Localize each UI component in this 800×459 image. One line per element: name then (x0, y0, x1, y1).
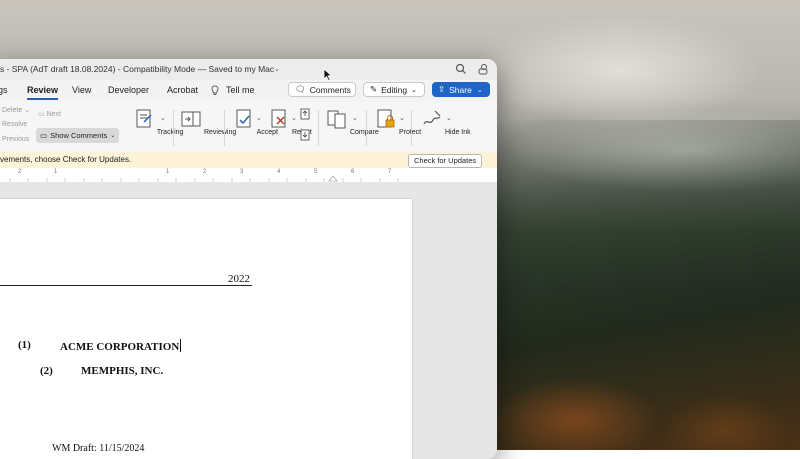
account-icon[interactable] (477, 63, 489, 75)
draft-note: WM Draft: 11/15/2024 (52, 443, 145, 454)
chevron-down-icon[interactable]: ⌄ (256, 114, 262, 122)
ribbon-tab-bar: gs Review View Developer Acrobat Tell me… (0, 80, 497, 102)
horizontal-ruler[interactable]: 2 1 1 2 3 4 5 6 7 (0, 168, 497, 183)
ruler-number: 1 (54, 169, 58, 175)
party-2-number: (2) (40, 365, 53, 377)
title-rule (0, 285, 252, 286)
search-icon[interactable] (455, 63, 467, 75)
chevron-down-icon: ⌄ (411, 86, 417, 94)
tab-acrobat[interactable]: Acrobat (167, 85, 198, 95)
chevron-down-icon[interactable]: ⌄ (399, 114, 405, 122)
ribbon-separator (224, 110, 225, 146)
track-changes-icon (136, 109, 152, 128)
comment-icon: 🗨 (295, 84, 306, 94)
ribbon-separator (366, 110, 367, 146)
pencil-icon: ✎ (370, 84, 378, 94)
title-bar[interactable]: s - SPA (AdT draft 18.08.2024) - Compati… (0, 59, 497, 80)
chevron-down-icon: ⌄ (110, 133, 116, 139)
chevron-down-icon[interactable]: ⌄ (274, 65, 280, 73)
hide-ink-button[interactable]: Hide Ink (421, 108, 471, 136)
compare-documents-icon (327, 110, 346, 129)
document-canvas[interactable]: 2022 (1) ACME CORPORATION (2) MEMPHIS, I… (0, 182, 497, 459)
ribbon-separator (173, 110, 174, 146)
ruler-number: 7 (388, 169, 392, 175)
resolve-button[interactable]: Resolve (2, 121, 27, 128)
chevron-down-icon[interactable]: ⌄ (352, 114, 358, 122)
accept-change-icon (236, 109, 251, 128)
ribbon-separator (318, 110, 319, 146)
editing-label: Editing (381, 84, 408, 95)
comments-label: Comments (309, 84, 351, 95)
reviewing-label: Reviewing (203, 129, 237, 136)
ink-pen-icon (423, 110, 441, 125)
party-1-name: ACME CORPORATION (60, 339, 182, 353)
chevron-down-icon[interactable]: ⌄ (160, 114, 166, 122)
tracking-button[interactable]: Tracking (133, 108, 183, 136)
reviewing-button[interactable]: Reviewing (180, 108, 236, 136)
compare-button[interactable]: Compare (326, 108, 379, 136)
tab-tell-me[interactable]: Tell me (226, 85, 255, 95)
ribbon-separator (411, 110, 412, 146)
tab-designs[interactable]: gs (0, 85, 8, 95)
check-for-updates-button[interactable]: Check for Updates (408, 154, 483, 168)
ruler-number: 6 (351, 169, 355, 175)
lightbulb-icon (211, 85, 219, 95)
share-button[interactable]: ⇪ Share ⌄ (432, 82, 490, 97)
party-2-name: MEMPHIS, INC. (81, 365, 164, 377)
chevron-down-icon[interactable]: ⌄ (291, 114, 297, 122)
comment-icon: ▭ (40, 131, 48, 140)
show-comments-button[interactable]: ▭ Show Comments ⌄ (36, 128, 119, 143)
tab-developer[interactable]: Developer (108, 85, 149, 95)
tab-view[interactable]: View (72, 85, 91, 95)
ruler-number: 5 (314, 169, 318, 175)
ruler-number: 3 (240, 169, 244, 175)
ruler-number: 4 (277, 169, 281, 175)
reject-change-icon (271, 109, 286, 128)
ruler-number: 2 (203, 169, 207, 175)
editing-dropdown[interactable]: ✎ Editing ⌄ (363, 82, 425, 97)
share-icon: ⇪ (438, 84, 446, 94)
previous-change-icon[interactable] (300, 108, 310, 120)
delete-comment-button[interactable]: Delete ⌄ (2, 106, 30, 114)
hide-ink-label: Hide Ink (444, 129, 471, 136)
previous-comment-button[interactable]: Previous (2, 136, 29, 143)
ruler-number: 1 (166, 169, 170, 175)
tab-review[interactable]: Review (27, 85, 59, 100)
show-comments-label: Show Comments (50, 131, 108, 140)
reviewing-pane-icon (181, 111, 201, 127)
year-text: 2022 (228, 273, 250, 285)
review-ribbon: Delete ⌄ Resolve Previous ▭ Next ▭ Show … (0, 102, 497, 153)
ruler-number: 2 (18, 169, 22, 175)
window-title: s - SPA (AdT draft 18.08.2024) - Compati… (0, 64, 275, 74)
mouse-pointer-icon (323, 68, 332, 81)
comments-button[interactable]: 🗨 Comments (288, 82, 356, 97)
word-window: s - SPA (AdT draft 18.08.2024) - Compati… (0, 59, 497, 459)
update-message-bar: vements, choose Check for Updates. Check… (0, 152, 497, 169)
share-label: Share (449, 84, 472, 95)
chevron-down-icon: ⌄ (476, 86, 483, 94)
document-page[interactable]: 2022 (1) ACME CORPORATION (2) MEMPHIS, I… (0, 199, 412, 459)
protect-button[interactable]: Protect (375, 108, 421, 136)
text-caret (180, 339, 182, 352)
party-1-number: (1) (18, 339, 31, 351)
chevron-down-icon[interactable]: ⌄ (446, 114, 452, 122)
update-message: vements, choose Check for Updates. (0, 155, 132, 164)
wallpaper-autumn-trees (495, 300, 800, 450)
next-comment-button[interactable]: ▭ Next (38, 110, 61, 118)
next-change-icon[interactable] (300, 129, 310, 141)
lock-document-icon (377, 109, 395, 128)
